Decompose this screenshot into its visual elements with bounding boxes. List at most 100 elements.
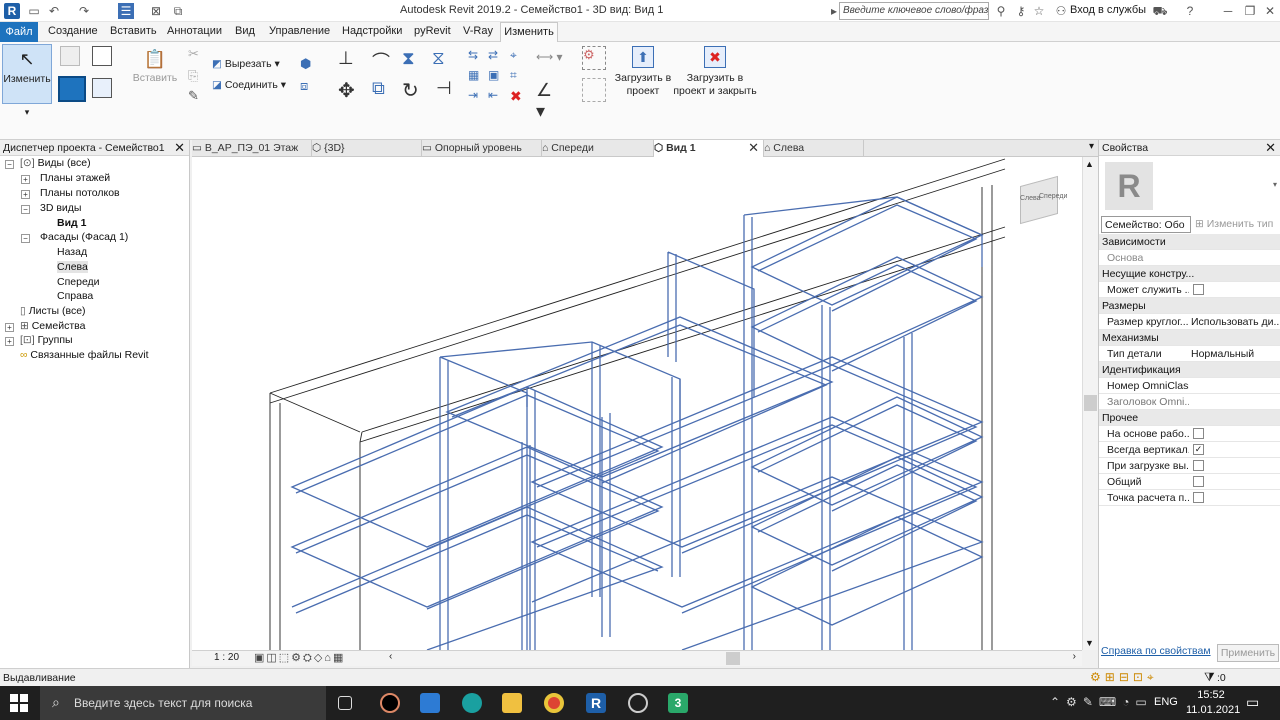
- chevron-down-icon[interactable]: ▾: [1273, 180, 1277, 189]
- prop-row[interactable]: Общий: [1099, 474, 1280, 490]
- prop-checkbox-checked[interactable]: ✓: [1193, 444, 1204, 455]
- extend-icon[interactable]: ⇥: [468, 88, 488, 108]
- copy-elements-icon[interactable]: ⧉: [372, 78, 392, 98]
- close-icon[interactable]: ✕: [1262, 3, 1278, 19]
- extend-multi-icon[interactable]: ⇤: [488, 88, 508, 108]
- windows-start-icon[interactable]: [10, 694, 28, 712]
- search-input[interactable]: Введите ключевое слово/фразу: [839, 2, 989, 20]
- collapse-icon[interactable]: −: [21, 205, 30, 214]
- tree-node-3d-views[interactable]: 3D виды: [40, 202, 81, 214]
- tree-node-elevations[interactable]: Фасады (Фасад 1): [40, 231, 128, 243]
- load-and-close-button[interactable]: ✖ Загрузить в проект и закрыть: [672, 46, 758, 98]
- tray-icons[interactable]: ⌃⚙✎⌨◔▭: [1050, 695, 1153, 709]
- family-types-icon[interactable]: [60, 46, 80, 66]
- cube-icon[interactable]: ⬢: [300, 56, 320, 76]
- calculator-icon[interactable]: [420, 693, 440, 713]
- expand-icon[interactable]: +: [5, 337, 14, 346]
- tabs-menu-icon[interactable]: ▾: [1089, 141, 1094, 152]
- properties-help-link[interactable]: Справка по свойствам: [1101, 645, 1211, 657]
- align-icon[interactable]: ⊥: [338, 48, 358, 68]
- measure-icon[interactable]: ⟷ ▾: [536, 50, 566, 70]
- tree-node-sheets[interactable]: ▯ Листы (все): [20, 305, 86, 317]
- undo-icon[interactable]: ↶: [46, 3, 62, 19]
- tree-node-view1[interactable]: Вид 1: [57, 217, 86, 229]
- prop-row[interactable]: Размер круглог... Использовать ди...: [1099, 314, 1280, 330]
- prop-row[interactable]: Заголовок Omni...: [1099, 394, 1280, 410]
- apply-button[interactable]: Применить: [1217, 644, 1279, 662]
- restore-icon[interactable]: ❐: [1242, 3, 1258, 19]
- scroll-up-icon[interactable]: ▲: [1085, 159, 1094, 169]
- angle-dimension-icon[interactable]: ∠ ▾: [536, 80, 566, 121]
- viewcube[interactable]: Слева Спереди: [1014, 175, 1067, 225]
- scroll-right-icon[interactable]: ›: [1073, 651, 1076, 662]
- pin-icon[interactable]: ⌖: [510, 48, 530, 68]
- offset-icon[interactable]: ⌒: [372, 48, 392, 72]
- copy-icon[interactable]: ⎘: [188, 68, 208, 88]
- scale-icon[interactable]: ▣: [488, 68, 508, 88]
- selection-icons[interactable]: ⚙⊞⊟⊡⌖: [1090, 670, 1158, 685]
- prop-row[interactable]: При загрузке вы...: [1099, 458, 1280, 474]
- tree-node-families[interactable]: ⊞ Семейства: [20, 320, 85, 332]
- tab-left[interactable]: ⌂ Слева: [764, 140, 864, 157]
- load-into-project-button[interactable]: ⬆ Загрузить в проект: [610, 46, 676, 98]
- notifications-icon[interactable]: ▭: [1246, 694, 1259, 711]
- scissors-icon[interactable]: ✂: [188, 46, 208, 66]
- star-icon[interactable]: ☆: [1031, 3, 1047, 19]
- prop-row[interactable]: Тип детали Нормальный: [1099, 346, 1280, 362]
- group-mechanisms[interactable]: Механизмы: [1099, 330, 1280, 346]
- tab-view1[interactable]: ⬡ Вид 1 ✕: [654, 140, 764, 157]
- language-indicator[interactable]: ENG: [1154, 696, 1178, 708]
- binoculars-icon[interactable]: ⚲: [993, 3, 1009, 19]
- collapse-icon[interactable]: −: [21, 234, 30, 243]
- prop-checkbox[interactable]: [1193, 460, 1204, 471]
- expand-icon[interactable]: +: [5, 323, 14, 332]
- close-views-icon[interactable]: ⊠: [148, 3, 164, 19]
- family-category-icon[interactable]: [92, 46, 112, 66]
- user-icon[interactable]: ⚇: [1053, 3, 1069, 19]
- tree-node-linked-files[interactable]: ∞ Связанные файлы Revit: [20, 349, 149, 361]
- scroll-down-icon[interactable]: ▼: [1085, 638, 1094, 648]
- paste-button[interactable]: 📋 Вставить: [132, 46, 178, 85]
- tab-front[interactable]: ⌂ Спереди: [542, 140, 654, 157]
- group-other[interactable]: Прочее: [1099, 410, 1280, 426]
- group-structural[interactable]: Несущие констру...: [1099, 266, 1280, 282]
- match-icon[interactable]: ✎: [188, 88, 208, 108]
- join-geometry-button[interactable]: ◪ Соединить ▾: [212, 79, 292, 92]
- tree-node-right[interactable]: Справа: [57, 290, 93, 302]
- cart-icon[interactable]: ⛟: [1152, 3, 1168, 19]
- tree-node-back[interactable]: Назад: [57, 246, 87, 258]
- properties-icon[interactable]: [58, 76, 86, 102]
- close-icon[interactable]: ✕: [1265, 140, 1276, 156]
- close-icon[interactable]: ✕: [748, 140, 759, 156]
- tree-node-views[interactable]: [⊙] Виды (все): [20, 157, 91, 169]
- view-canvas[interactable]: Слева Спереди: [192, 157, 1082, 650]
- viewcube-front-label[interactable]: Спереди: [1039, 193, 1067, 200]
- array-icon[interactable]: ▦: [468, 68, 488, 88]
- app-media-icon[interactable]: [380, 693, 400, 713]
- vertical-scrollbar[interactable]: ▲ ▼: [1082, 157, 1098, 650]
- tab-vray[interactable]: V-Ray: [463, 25, 493, 37]
- chrome-icon[interactable]: [544, 693, 564, 713]
- collapse-icon[interactable]: −: [5, 160, 14, 169]
- prop-row[interactable]: На основе рабо...: [1099, 426, 1280, 442]
- tab-manage[interactable]: Управление: [269, 25, 330, 37]
- group-identity[interactable]: Идентификация: [1099, 362, 1280, 378]
- prop-checkbox[interactable]: [1193, 476, 1204, 487]
- cut-geometry-button[interactable]: ◩ Вырезать ▾: [212, 58, 292, 71]
- scroll-thumb[interactable]: [1084, 395, 1097, 411]
- tab-floor-plan[interactable]: ▭ В_АР_ПЭ_01 Этаж: [192, 140, 312, 157]
- prop-checkbox[interactable]: [1193, 492, 1204, 503]
- move-icon[interactable]: ✥: [338, 78, 358, 102]
- tab-pyrevit[interactable]: pyRevit: [414, 25, 451, 37]
- tab-3d[interactable]: ⬡ {3D}: [312, 140, 422, 157]
- switch-windows-icon[interactable]: ⧉: [170, 3, 186, 19]
- prop-value[interactable]: Использовать ди...: [1191, 316, 1279, 328]
- visibility-icon[interactable]: ⚙: [582, 46, 606, 70]
- tree-node-ceiling-plans[interactable]: Планы потолков: [40, 187, 120, 199]
- revit-taskbar-icon[interactable]: R: [586, 693, 606, 713]
- tab-ref-level[interactable]: ▭ Опорный уровень: [422, 140, 542, 157]
- mirror-draw-icon[interactable]: ⧖: [432, 48, 452, 68]
- split-gap-icon[interactable]: ⇄: [488, 48, 508, 68]
- tree-node-groups[interactable]: [⊡] Группы: [20, 334, 73, 346]
- scale-display[interactable]: 1 : 20: [214, 652, 239, 663]
